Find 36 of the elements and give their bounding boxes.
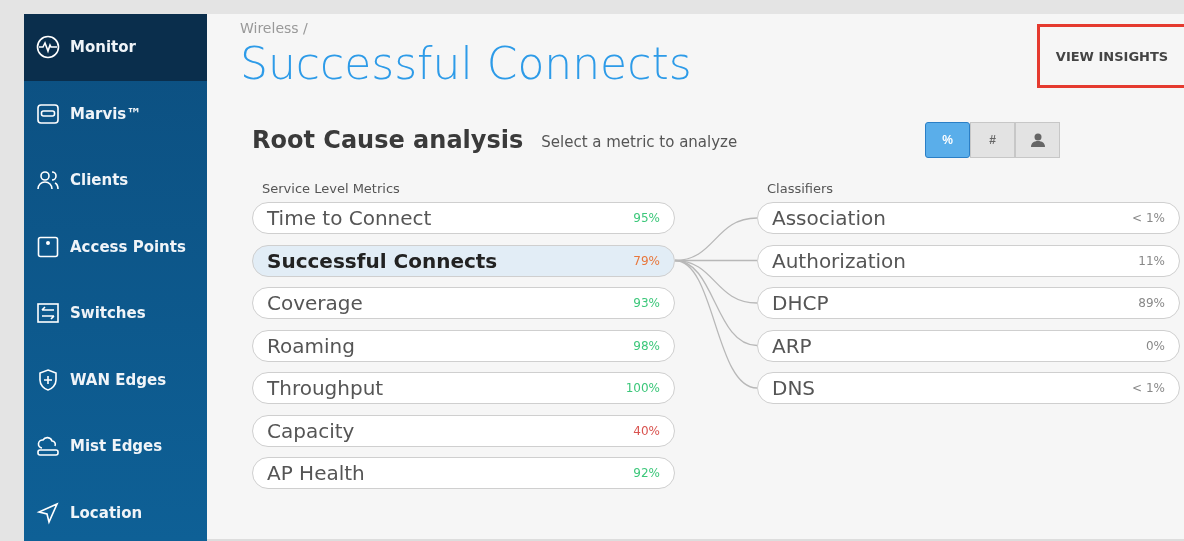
column-label: Classifiers — [767, 180, 835, 198]
shield-plus-icon — [36, 367, 60, 392]
cloud-icon — [36, 434, 60, 459]
classifier-pill[interactable]: ARP 0% — [757, 329, 1180, 362]
sidebar-item[interactable]: Switches — [24, 280, 207, 347]
column-label: Service Level Metrics — [262, 180, 401, 198]
metric-pill[interactable]: AP Health 92% — [252, 457, 675, 489]
metric-pill[interactable]: Coverage 93% — [252, 287, 675, 319]
sidebar-item[interactable]: Marvis™ — [24, 80, 207, 147]
sidebar-item[interactable]: Clients — [24, 147, 207, 214]
page-title: Successful Connects — [240, 37, 692, 91]
robot-face-icon — [36, 101, 60, 126]
view-insights-link[interactable]: VIEW INSIGHTS — [1037, 24, 1184, 88]
metric-pill[interactable]: Throughput 100% — [252, 372, 675, 404]
classifier-pill[interactable]: Authorization 11% — [757, 244, 1180, 277]
classifier-pill[interactable]: DNS < 1% — [757, 372, 1180, 404]
sidebar-item[interactable]: Location — [24, 479, 207, 541]
sidebar-item[interactable]: Access Points — [24, 213, 207, 280]
sidebar-item[interactable]: Monitor — [24, 14, 207, 81]
pulse-icon — [36, 35, 60, 60]
section-heading: Root Cause analysis — [252, 126, 524, 154]
access-point-icon — [36, 234, 60, 259]
unit-toggle[interactable]: # — [970, 122, 1015, 158]
metric-pill[interactable]: Successful Connects 79% — [252, 244, 675, 277]
navigation-icon — [36, 500, 60, 525]
sidebar-item[interactable]: Mist Edges — [24, 413, 207, 480]
section-hint: Select a metric to analyze — [541, 133, 739, 151]
person-toggle[interactable] — [1015, 122, 1060, 158]
metric-pill[interactable]: Time to Connect 95% — [252, 202, 675, 234]
metric-pill[interactable]: Capacity 40% — [252, 414, 675, 447]
sidebar-item[interactable]: WAN Edges — [24, 346, 207, 413]
classifier-pill[interactable]: DHCP 89% — [757, 287, 1180, 319]
switch-arrows-icon — [36, 301, 60, 326]
metric-pill[interactable]: Roaming 98% — [252, 329, 675, 362]
person-icon — [1029, 132, 1046, 148]
classifier-pill[interactable]: Association < 1% — [757, 202, 1180, 234]
